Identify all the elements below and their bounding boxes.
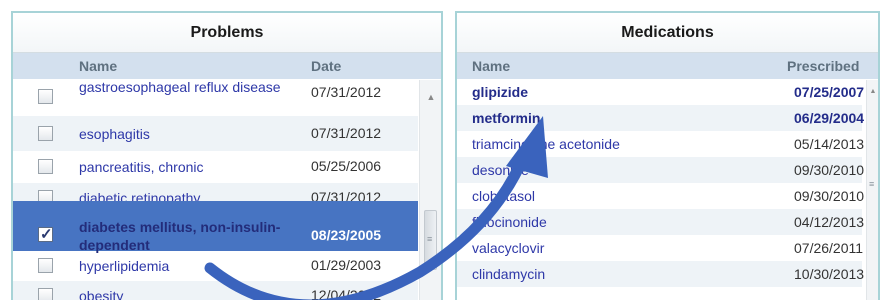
medication-date: 09/30/2010	[794, 188, 865, 204]
problems-scrollbar[interactable]: ▲ ≡	[419, 80, 441, 300]
medication-row[interactable]: triamcinolone acetonide 05/14/2013	[457, 131, 865, 157]
medications-scrollbar[interactable]: ▲ ≡	[866, 80, 878, 300]
medication-date: 04/12/2013	[794, 214, 865, 230]
medications-prescribed-column-header[interactable]: Prescribed	[787, 53, 859, 79]
problem-name[interactable]: pancreatitis, chronic	[79, 158, 301, 176]
medication-name[interactable]: triamcinolone acetonide	[472, 131, 620, 157]
medication-date: 05/14/2013	[794, 136, 865, 152]
medication-row[interactable]: desonide 09/30/2010	[457, 157, 865, 183]
problem-date: 08/23/2005	[311, 227, 382, 243]
medication-row[interactable]: fluocinonide 04/12/2013	[457, 209, 865, 235]
problem-date: 05/25/2006	[311, 158, 382, 174]
problem-row-selected[interactable]: diabetes mellitus, non-insulin-dependent…	[13, 201, 418, 254]
problem-date: 12/04/2002	[311, 287, 382, 300]
problems-panel: Problems Name Date gastroesophageal refl…	[11, 11, 443, 300]
medication-name[interactable]: clindamycin	[472, 261, 545, 287]
medication-row[interactable]: metformin 06/29/2004	[457, 105, 865, 131]
problem-name[interactable]: obesity	[79, 287, 301, 300]
problem-row[interactable]: esophagitis 07/31/2012	[13, 116, 418, 151]
medication-name[interactable]: desonide	[472, 157, 529, 183]
medication-row[interactable]: valacyclovir 07/26/2011	[457, 235, 864, 261]
checkbox-icon[interactable]	[38, 159, 53, 174]
problem-row[interactable]: obesity 12/04/2002	[13, 281, 418, 300]
medications-column-header: Name Prescribed	[457, 53, 878, 79]
medication-name[interactable]: fluocinonide	[472, 209, 547, 235]
grip-icon: ≡	[427, 234, 433, 244]
scroll-thumb[interactable]: ≡	[424, 210, 437, 270]
medication-name[interactable]: glipizide	[472, 79, 528, 105]
problem-name[interactable]: hyperlipidemia	[79, 257, 301, 275]
problem-date: 07/31/2012	[311, 125, 382, 141]
checkbox-checked-icon[interactable]	[38, 225, 53, 243]
scroll-up-icon[interactable]: ▲	[867, 88, 878, 95]
medication-row[interactable]: glipizide 07/25/2007	[457, 79, 865, 105]
problem-date: 07/31/2012	[311, 84, 382, 100]
medication-name[interactable]: metformin	[472, 105, 540, 131]
medication-date: 07/25/2007	[794, 84, 865, 100]
medication-name[interactable]: clobetasol	[472, 183, 535, 209]
problem-row[interactable]: hyperlipidemia 01/29/2003	[13, 251, 418, 281]
problem-name[interactable]: gastroesophageal reflux disease	[79, 78, 301, 96]
medication-date: 06/29/2004	[794, 110, 865, 126]
medication-name[interactable]: valacyclovir	[472, 235, 544, 261]
medications-panel: Medications Name Prescribed glipizide 07…	[455, 11, 880, 300]
checkbox-icon[interactable]	[38, 258, 53, 273]
scroll-up-icon[interactable]: ▲	[420, 92, 441, 102]
problem-name[interactable]: diabetes mellitus, non-insulin-dependent	[79, 218, 301, 254]
problem-row[interactable]: pancreatitis, chronic 05/25/2006	[13, 151, 418, 183]
problem-row[interactable]: gastroesophageal reflux disease 07/31/20…	[13, 76, 418, 116]
medications-title: Medications	[457, 13, 878, 53]
medication-row[interactable]: clindamycin 10/30/2013	[457, 261, 865, 287]
medication-row[interactable]: clobetasol 09/30/2010	[457, 183, 865, 209]
medication-date: 07/26/2011	[794, 240, 864, 256]
checkbox-icon[interactable]	[38, 126, 53, 141]
medication-date: 10/30/2013	[794, 266, 865, 282]
problems-title: Problems	[13, 13, 441, 53]
medication-date: 09/30/2010	[794, 162, 865, 178]
checkbox-icon[interactable]	[38, 89, 53, 104]
checkbox-icon[interactable]	[38, 288, 53, 300]
grip-icon: ≡	[869, 179, 875, 189]
medications-name-column-header[interactable]: Name	[472, 53, 510, 79]
problem-date: 01/29/2003	[311, 257, 382, 273]
problem-name[interactable]: esophagitis	[79, 125, 301, 143]
